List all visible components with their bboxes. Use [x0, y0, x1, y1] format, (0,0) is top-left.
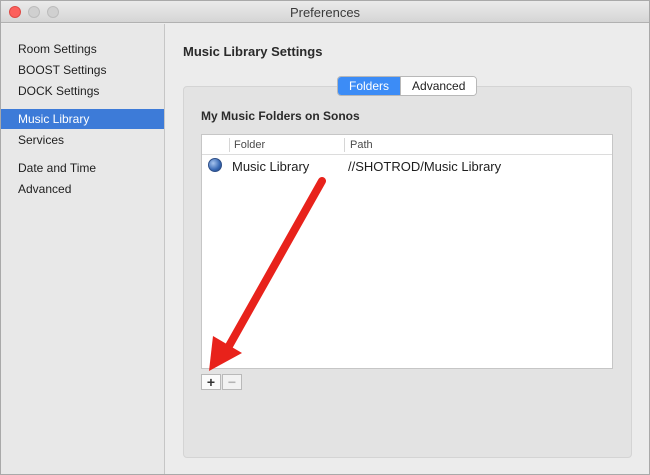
window-title: Preferences — [289, 5, 361, 20]
main-panel: Music Library Settings Folders Advanced … — [166, 24, 649, 474]
table-header: Folder Path — [202, 135, 612, 155]
column-header-path[interactable]: Path — [350, 139, 373, 151]
column-divider — [229, 138, 230, 152]
sidebar-item-dock-settings[interactable]: DOCK Settings — [1, 81, 164, 101]
tab-advanced[interactable]: Advanced — [400, 77, 477, 95]
path-cell: //SHOTROD/Music Library — [348, 159, 502, 174]
sidebar-item-music-library[interactable]: Music Library — [1, 109, 164, 129]
sidebar-item-services[interactable]: Services — [1, 130, 164, 150]
sidebar-item-advanced[interactable]: Advanced — [1, 179, 164, 199]
preferences-window: Preferences Room Settings BOOST Settings… — [0, 0, 650, 475]
column-divider — [344, 138, 345, 152]
music-folders-table[interactable]: Folder Path Music Library //SHOTROD/Musi… — [201, 134, 613, 369]
add-folder-button[interactable]: + — [201, 374, 221, 390]
sidebar-item-room-settings[interactable]: Room Settings — [1, 39, 164, 59]
tab-bar: Folders Advanced — [337, 76, 478, 96]
column-header-folder[interactable]: Folder — [234, 139, 265, 151]
sidebar: Room Settings BOOST Settings DOCK Settin… — [1, 24, 165, 474]
page-title: Music Library Settings — [183, 44, 323, 59]
folder-cell: Music Library — [232, 159, 310, 174]
title-bar[interactable]: Preferences — [1, 1, 649, 23]
table-row[interactable]: Music Library //SHOTROD/Music Library — [202, 156, 612, 175]
sidebar-item-date-and-time[interactable]: Date and Time — [1, 158, 164, 178]
globe-icon — [208, 158, 222, 172]
group-heading: My Music Folders on Sonos — [201, 109, 360, 123]
tab-folders[interactable]: Folders — [338, 77, 401, 95]
remove-folder-button[interactable]: − — [222, 374, 242, 390]
sidebar-item-boost-settings[interactable]: BOOST Settings — [1, 60, 164, 80]
